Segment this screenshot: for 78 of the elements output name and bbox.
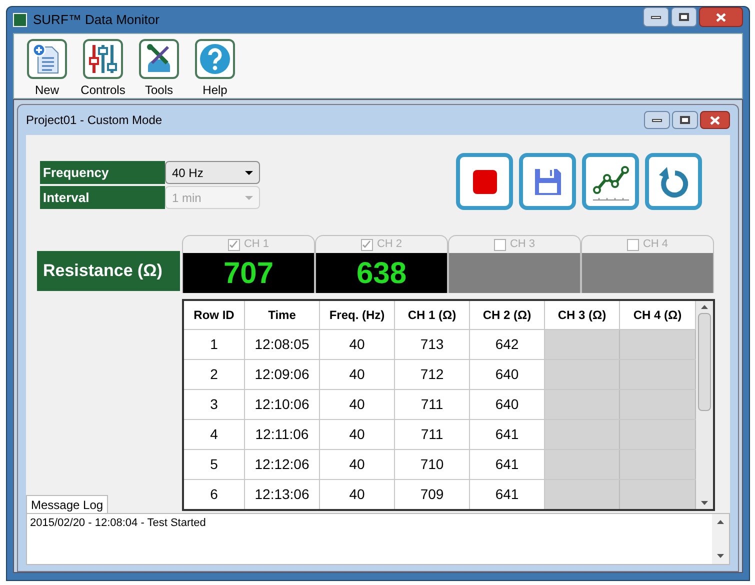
setting-label: Interval [40, 186, 165, 209]
channel-display: 638 [315, 253, 448, 293]
table-cell: 40 [320, 390, 395, 419]
table-cell: 711 [395, 420, 470, 449]
scroll-down-icon[interactable] [701, 501, 708, 505]
stop-icon [472, 170, 496, 194]
check-icon [229, 240, 238, 249]
minimize-icon [652, 118, 662, 122]
chart-button[interactable] [582, 153, 639, 210]
column-header: Time [245, 301, 320, 329]
refresh-button[interactable] [645, 153, 702, 210]
channel-display: 707 [182, 253, 315, 293]
table-cell: 709 [395, 480, 470, 509]
toolbar-button[interactable]: Help [192, 39, 238, 99]
column-header: CH 1 (Ω) [395, 301, 470, 329]
table-cell: 40 [320, 420, 395, 449]
table-cell: 12:09:06 [245, 360, 320, 389]
channel-checkbox[interactable] [360, 238, 373, 250]
refresh-icon [656, 164, 690, 198]
channel-checkbox[interactable] [494, 238, 506, 250]
table-cell: 1 [184, 330, 245, 359]
close-icon [716, 12, 726, 22]
minimize-icon [651, 16, 661, 18]
table-cell: 6 [184, 480, 245, 509]
log-scrollbar[interactable] [712, 514, 729, 564]
table-cell: 40 [320, 450, 395, 479]
channel-checkbox[interactable] [228, 238, 240, 250]
table-cell: 40 [320, 480, 395, 509]
table-cell: 5 [184, 450, 245, 479]
table-cell: 12:12:06 [245, 450, 320, 479]
minimize-button[interactable] [644, 111, 670, 129]
table-cell: 3 [184, 390, 245, 419]
table-cell: 2 [184, 360, 245, 389]
table-cell: 710 [395, 450, 470, 479]
scrollbar[interactable] [696, 301, 713, 509]
column-header: Row ID [184, 301, 245, 329]
reading-label: Resistance (Ω) [37, 251, 180, 291]
column-header: CH 3 (Ω) [545, 301, 620, 329]
column-header: CH 2 (Ω) [470, 301, 545, 329]
scroll-up-icon[interactable] [701, 305, 708, 309]
scroll-thumb[interactable] [698, 313, 711, 411]
table-cell: 711 [395, 390, 470, 419]
caret-icon [245, 196, 253, 200]
app-icon [13, 13, 27, 27]
table-cell: 40 [320, 330, 395, 359]
table-cell: 4 [184, 420, 245, 449]
table-cell: 12:08:05 [245, 330, 320, 359]
minimize-button[interactable] [643, 7, 669, 27]
toolbar-button[interactable]: New [24, 39, 70, 99]
table-cell: 712 [395, 360, 470, 389]
close-icon [710, 116, 720, 124]
table-cell: 12:11:06 [245, 420, 320, 449]
message-log-tab[interactable]: Message Log [26, 495, 108, 513]
check-icon [362, 240, 372, 249]
toolbar-button[interactable]: Controls [80, 39, 126, 99]
table-cell: 12:10:06 [245, 390, 320, 419]
setting-label: Frequency [40, 161, 165, 184]
log-line: 2015/02/20 - 12:08:04 - Test Started [30, 516, 207, 531]
maximize-button[interactable] [672, 111, 698, 129]
scroll-up-icon[interactable] [717, 520, 724, 524]
close-button[interactable] [700, 111, 730, 129]
scroll-down-icon[interactable] [717, 554, 724, 558]
window-title: SURF™ Data Monitor [33, 11, 160, 30]
stop-button[interactable] [456, 153, 513, 210]
dropdown[interactable]: 40 Hz [165, 161, 260, 184]
child-window-title: Project01 - Custom Mode [26, 112, 162, 129]
maximize-icon [679, 13, 689, 21]
close-button[interactable] [699, 7, 743, 27]
maximize-button[interactable] [671, 7, 697, 27]
table-cell: 12:13:06 [245, 480, 320, 509]
save-button[interactable] [519, 153, 576, 210]
toolbar-button[interactable]: Tools [136, 39, 182, 99]
maximize-icon [680, 116, 690, 124]
table-cell: 40 [320, 360, 395, 389]
table-cell: 713 [395, 330, 470, 359]
column-header: Freq. (Hz) [320, 301, 395, 329]
caret-icon [245, 170, 253, 174]
channel-checkbox[interactable] [626, 238, 639, 250]
